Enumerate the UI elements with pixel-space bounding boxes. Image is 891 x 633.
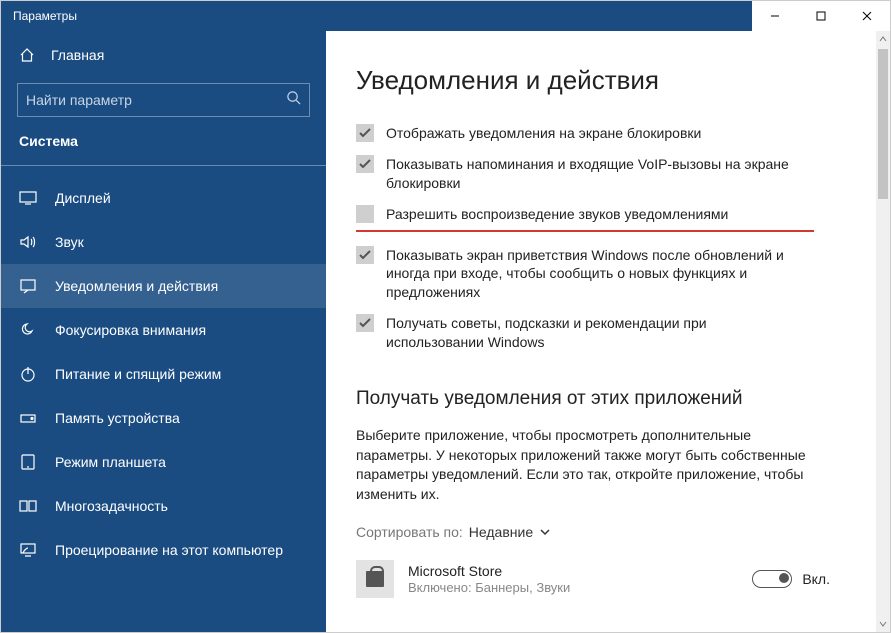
main-scrollbar[interactable] (876, 31, 890, 632)
sidebar-item-label: Проецирование на этот компьютер (55, 542, 283, 558)
maximize-button[interactable] (798, 1, 844, 31)
settings-window: Параметры Главная (0, 0, 891, 633)
window-title: Параметры (13, 9, 752, 23)
notifications-icon (19, 277, 37, 295)
app-name: Microsoft Store (408, 563, 570, 579)
search-icon (286, 90, 301, 110)
app-row-microsoft-store[interactable]: Microsoft Store Включено: Баннеры, Звуки… (356, 554, 860, 604)
home-icon (19, 47, 35, 63)
search-input[interactable] (26, 92, 286, 108)
apps-section-heading: Получать уведомления от этих приложений (356, 388, 860, 410)
nav-list: Дисплей Звук Уведомления и действия (1, 176, 326, 572)
scrollbar-thumb[interactable] (878, 49, 888, 199)
page-title: Уведомления и действия (356, 65, 860, 96)
sidebar-item-label: Режим планшета (55, 454, 166, 470)
sidebar-item-multitasking[interactable]: Многозадачность (1, 484, 326, 528)
sidebar-item-label: Дисплей (55, 190, 111, 206)
sidebar-item-label: Питание и спящий режим (55, 366, 221, 382)
app-toggle[interactable] (752, 570, 792, 588)
sidebar-item-label: Звук (55, 234, 84, 250)
sidebar-item-tablet[interactable]: Режим планшета (1, 440, 326, 484)
checkbox-label: Получать советы, подсказки и рекомендаци… (386, 314, 786, 352)
sort-dropdown[interactable]: Недавние (469, 524, 551, 540)
focus-icon (19, 321, 37, 339)
checkbox[interactable] (356, 314, 374, 332)
sidebar-item-label: Уведомления и действия (55, 278, 218, 294)
sidebar-item-label: Многозадачность (55, 498, 168, 514)
window-controls (752, 1, 890, 31)
sidebar-item-label: Память устройства (55, 410, 180, 426)
storage-icon (19, 409, 37, 427)
sidebar: Главная Система Дисплей (1, 31, 326, 632)
checkbox[interactable] (356, 124, 374, 142)
sidebar-item-focus[interactable]: Фокусировка внимания (1, 308, 326, 352)
sidebar-item-notifications[interactable]: Уведомления и действия (1, 264, 326, 308)
sound-icon (19, 233, 37, 251)
store-icon (356, 560, 394, 598)
sidebar-section-system: Система (1, 133, 326, 166)
sidebar-item-sound[interactable]: Звук (1, 220, 326, 264)
scroll-up-button[interactable] (876, 31, 890, 47)
multitask-icon (19, 497, 37, 515)
checkbox-label: Отображать уведомления на экране блокиро… (386, 124, 701, 143)
display-icon (19, 189, 37, 207)
check-row-welcome-screen: Показывать экран приветствия Windows пос… (356, 246, 860, 303)
scroll-down-button[interactable] (876, 616, 890, 632)
content: Главная Система Дисплей (1, 31, 890, 632)
check-row-voip-reminders: Показывать напоминания и входящие VoIP-в… (356, 155, 860, 193)
app-text: Microsoft Store Включено: Баннеры, Звуки (408, 563, 570, 595)
home-label: Главная (51, 47, 104, 63)
chevron-down-icon (539, 526, 551, 538)
search-box[interactable] (17, 83, 310, 117)
sidebar-item-power[interactable]: Питание и спящий режим (1, 352, 326, 396)
sidebar-item-display[interactable]: Дисплей (1, 176, 326, 220)
power-icon (19, 365, 37, 383)
close-button[interactable] (844, 1, 890, 31)
main-panel: Уведомления и действия Отображать уведом… (326, 31, 890, 632)
check-row-tips: Получать советы, подсказки и рекомендаци… (356, 314, 860, 352)
checkbox-label: Показывать напоминания и входящие VoIP-в… (386, 155, 816, 193)
projecting-icon (19, 541, 37, 559)
checkbox-label: Показывать экран приветствия Windows пос… (386, 246, 816, 303)
checkbox[interactable] (356, 155, 374, 173)
app-subtitle: Включено: Баннеры, Звуки (408, 580, 570, 595)
app-toggle-label: Вкл. (802, 571, 830, 587)
home-button[interactable]: Главная (1, 37, 326, 73)
checkbox[interactable] (356, 246, 374, 264)
sort-value: Недавние (469, 524, 533, 540)
minimize-button[interactable] (752, 1, 798, 31)
checkbox[interactable] (356, 205, 374, 223)
checkbox-label: Разрешить воспроизведение звуков уведомл… (386, 205, 728, 224)
sort-label: Сортировать по: (356, 524, 463, 540)
sort-row: Сортировать по: Недавние (356, 524, 860, 540)
app-toggle-wrap: Вкл. (752, 570, 830, 588)
check-row-lockscreen-notify: Отображать уведомления на экране блокиро… (356, 124, 860, 143)
titlebar: Параметры (1, 1, 890, 31)
tablet-icon (19, 453, 37, 471)
apps-section-description: Выберите приложение, чтобы просмотреть д… (356, 426, 826, 504)
sidebar-item-storage[interactable]: Память устройства (1, 396, 326, 440)
sidebar-item-projecting[interactable]: Проецирование на этот компьютер (1, 528, 326, 572)
sidebar-item-label: Фокусировка внимания (55, 322, 206, 338)
check-row-notify-sounds: Разрешить воспроизведение звуков уведомл… (356, 205, 814, 232)
